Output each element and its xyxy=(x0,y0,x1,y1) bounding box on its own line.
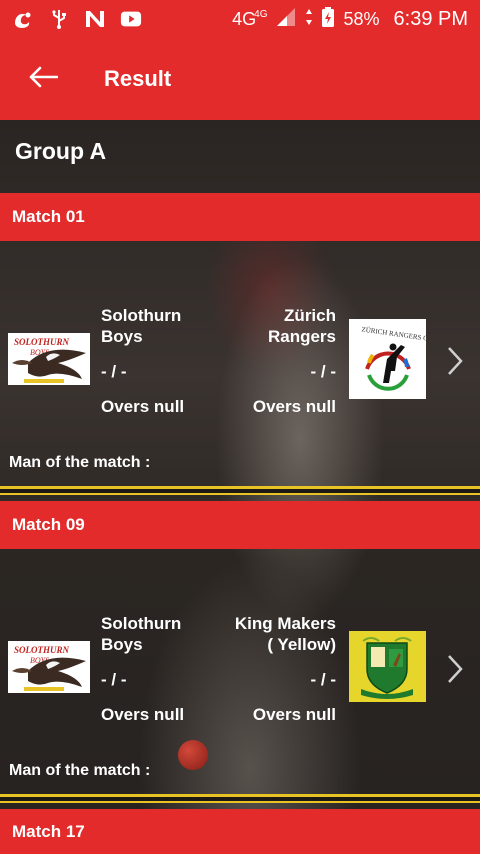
team1-name-line1: Solothurn xyxy=(101,614,182,633)
man-of-the-match-label: Man of the match : xyxy=(9,454,151,471)
battery-icon xyxy=(321,6,335,33)
king-makers-logo xyxy=(349,631,426,702)
signal-icon xyxy=(275,7,297,32)
team2-score: - / - xyxy=(310,362,337,381)
back-button[interactable] xyxy=(0,38,86,120)
data-arrows-icon xyxy=(305,8,313,31)
team2-name-line1: King Makers xyxy=(234,614,336,633)
team1-name-line2: Boys xyxy=(101,635,143,654)
team2-name: King Makers ( Yellow) xyxy=(235,613,336,655)
match-card[interactable]: SOLOTHURN BOYS Solothurn Boys - / - Over… xyxy=(0,241,480,491)
uc-browser-icon xyxy=(12,9,34,29)
battery-percent: 58% xyxy=(343,8,380,29)
solothurn-boys-logo: SOLOTHURN BOYS xyxy=(8,333,90,385)
solothurn-boys-logo: SOLOTHURN BOYS xyxy=(8,641,90,693)
man-of-the-match-label: Man of the match : xyxy=(9,762,151,779)
notification-icons xyxy=(12,9,142,29)
team1-name-line1: Solothurn xyxy=(101,306,182,325)
arrow-back-icon xyxy=(28,66,59,93)
svg-text:SOLOTHURN: SOLOTHURN xyxy=(14,337,70,347)
chevron-right-icon[interactable] xyxy=(440,649,470,689)
team1-name-line2: Boys xyxy=(101,327,143,346)
chevron-right-icon[interactable] xyxy=(440,341,470,381)
team2-overs: Overs null xyxy=(252,397,336,416)
page-title: Result xyxy=(104,66,172,91)
team1-overs: Overs null xyxy=(101,397,185,416)
match-header[interactable]: Match 09 xyxy=(0,501,480,549)
match-header[interactable]: Match 17 xyxy=(0,809,480,854)
team2-overs: Overs null xyxy=(252,705,336,724)
app-bar: Result xyxy=(0,38,480,120)
clock: 6:39 PM xyxy=(393,7,468,30)
match-divider-line xyxy=(0,801,480,803)
network-type-small: 4G xyxy=(254,8,268,20)
status-bar: 4G 4G 58% 6:39 PM xyxy=(0,0,480,38)
team1-overs: Overs null xyxy=(101,705,185,724)
team2-name-line1: Zürich xyxy=(284,306,336,325)
youtube-icon xyxy=(120,9,142,29)
group-title: Group A xyxy=(15,138,107,164)
team2-name: Zürich Rangers xyxy=(268,305,336,347)
zurich-rangers-logo: ZÜRICH RANGERS C.C xyxy=(349,319,426,399)
svg-text:SOLOTHURN: SOLOTHURN xyxy=(14,645,70,655)
team1-name: Solothurn Boys xyxy=(101,613,181,655)
match-divider-line xyxy=(0,493,480,495)
team2-score: - / - xyxy=(310,670,337,689)
n-app-icon xyxy=(84,9,106,29)
network-type: 4G xyxy=(232,8,257,29)
match-card[interactable]: SOLOTHURN BOYS Solothurn Boys - / - Over… xyxy=(0,549,480,799)
team1-score: - / - xyxy=(101,362,127,381)
usb-icon xyxy=(48,9,70,29)
team2-name-line2: Rangers xyxy=(267,327,336,346)
team2-name-line2: ( Yellow) xyxy=(267,635,336,654)
match-header[interactable]: Match 01 xyxy=(0,193,480,241)
zurich-rangers-logo-text: ZÜRICH RANGERS C.C xyxy=(361,325,426,343)
team1-name: Solothurn Boys xyxy=(101,305,181,347)
team1-score: - / - xyxy=(101,670,127,689)
system-status: 4G 4G 58% 6:39 PM xyxy=(232,6,468,33)
